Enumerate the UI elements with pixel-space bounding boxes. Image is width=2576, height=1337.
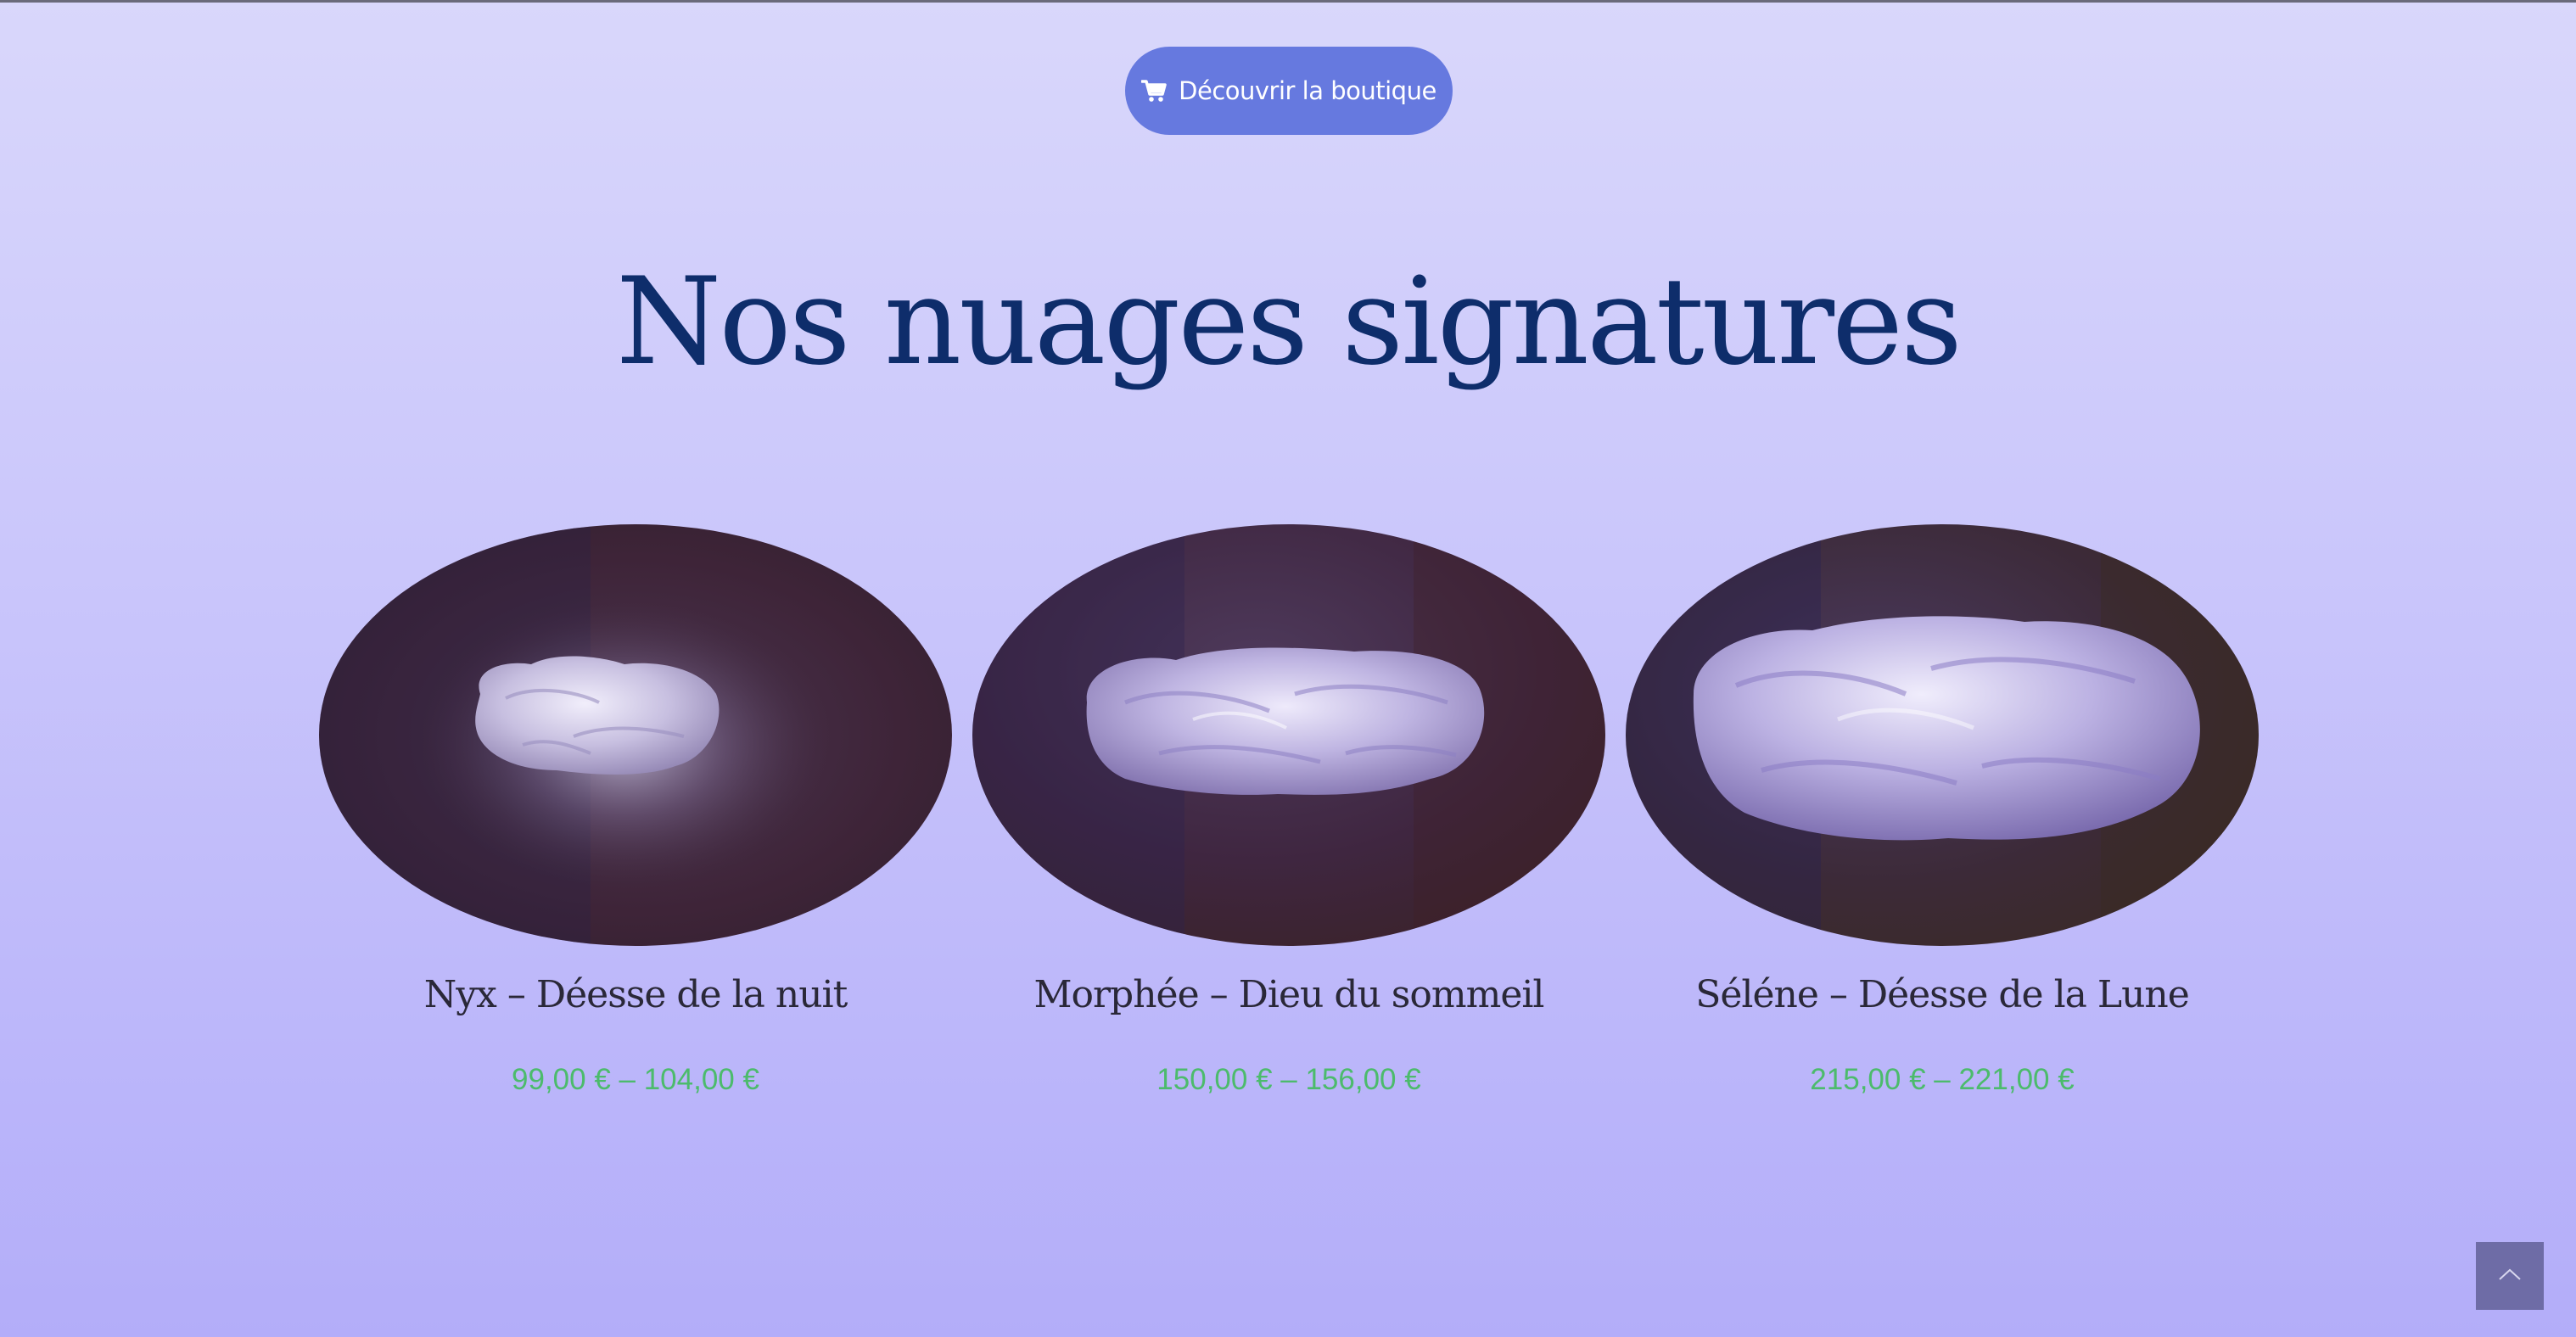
top-border	[0, 0, 2576, 3]
cart-icon	[1141, 79, 1167, 103]
product-name[interactable]: Morphée – Dieu du sommeil	[972, 971, 1605, 1019]
product-price: 150,00 € – 156,00 €	[1156, 1063, 1421, 1096]
scroll-to-top-button[interactable]	[2476, 1242, 2544, 1310]
product-name[interactable]: Séléne – Déesse de la Lune	[1626, 971, 2259, 1019]
section-title: Nos nuages signatures	[616, 252, 1963, 392]
product-price: 215,00 € – 221,00 €	[1810, 1063, 2075, 1096]
discover-shop-button[interactable]: Découvrir la boutique	[1125, 47, 1453, 135]
product-image-morphee[interactable]	[972, 524, 1605, 946]
product-image-selene[interactable]	[1626, 524, 2259, 946]
product-card-selene: Séléne – Déesse de la Lune 215,00 € – 22…	[1626, 524, 2259, 1099]
discover-shop-label: Découvrir la boutique	[1179, 76, 1436, 105]
product-card-nyx: Nyx – Déesse de la nuit 99,00 € – 104,00…	[319, 524, 952, 1099]
chevron-up-icon	[2498, 1267, 2522, 1284]
product-card-morphee: Morphée – Dieu du sommeil 150,00 € – 156…	[972, 524, 1605, 1099]
product-name[interactable]: Nyx – Déesse de la nuit	[319, 971, 952, 1019]
product-image-nyx[interactable]	[319, 524, 952, 946]
product-price: 99,00 € – 104,00 €	[512, 1063, 759, 1096]
